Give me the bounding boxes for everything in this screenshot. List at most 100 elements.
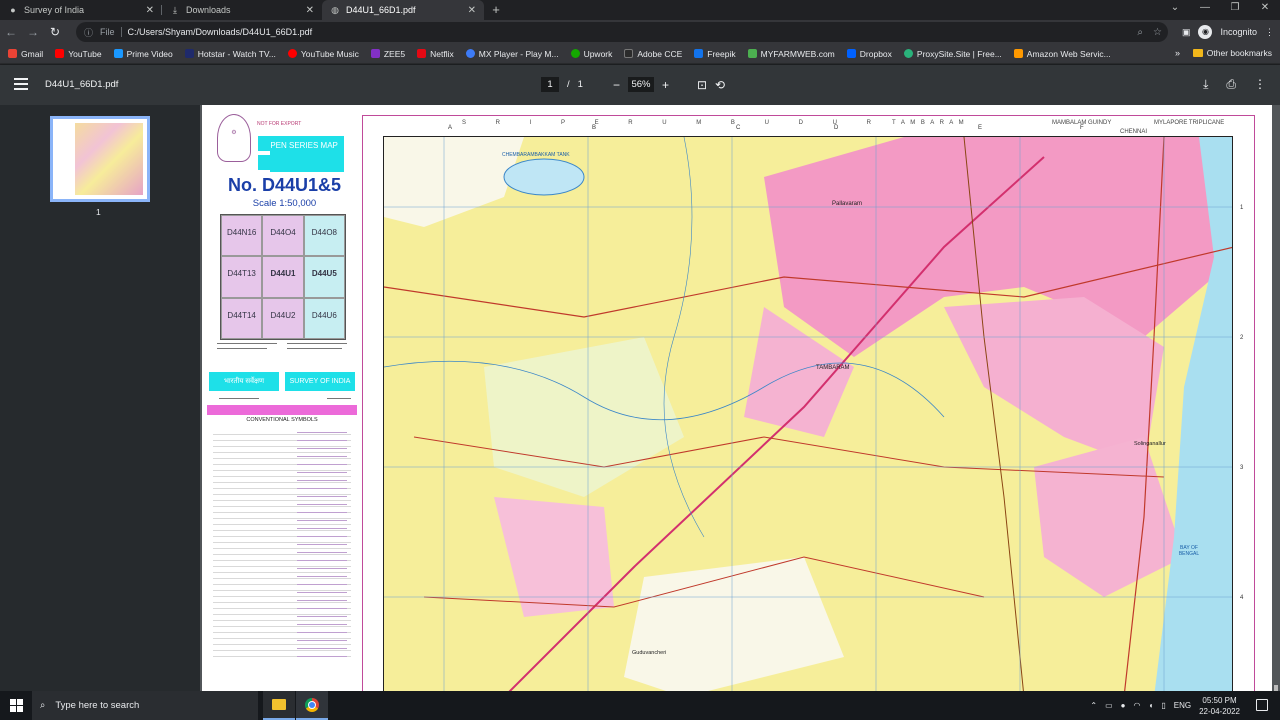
system-tray: ⌃ ▭ ● ◠ ◖ ▯ ENG 05:50 PM 22-04-2022 bbox=[1090, 691, 1240, 720]
new-tab-button[interactable]: + bbox=[484, 0, 508, 20]
page-number-input[interactable]: 1 bbox=[541, 77, 559, 92]
place-label-pallavaram: Pallavaram bbox=[832, 201, 863, 207]
download-icon[interactable]: ⤓ bbox=[1203, 77, 1208, 92]
map-graphic bbox=[384, 137, 1232, 691]
myfarmweb-icon bbox=[747, 49, 757, 58]
more-bookmarks-icon[interactable]: » bbox=[1175, 48, 1180, 58]
index-cell: D44T13 bbox=[221, 256, 263, 298]
url-scheme: File bbox=[100, 27, 115, 37]
zoom-icon[interactable]: ⌕ bbox=[1137, 27, 1143, 38]
reload-icon[interactable]: ↻ bbox=[44, 25, 66, 39]
adobe-icon bbox=[624, 49, 634, 58]
bookmark-netflix[interactable]: Netflix bbox=[417, 49, 454, 59]
more-options-icon[interactable]: ⋮ bbox=[1254, 77, 1266, 92]
clock[interactable]: 05:50 PM 22-04-2022 bbox=[1199, 695, 1240, 717]
rotate-icon[interactable]: ⟲ bbox=[715, 78, 725, 92]
tab-pdf[interactable]: ◍ D44U1_66D1.pdf ✕ bbox=[322, 0, 484, 20]
open-series-map-label: OPEN SERIES MAP bbox=[258, 136, 344, 172]
zoom-in-icon[interactable]: + bbox=[662, 78, 669, 92]
index-cell: D44O8 bbox=[303, 215, 345, 257]
dropbox-icon bbox=[846, 49, 856, 58]
place-label-guduvancheri: Guduvancheri bbox=[632, 650, 667, 656]
bookmark-dropbox[interactable]: Dropbox bbox=[846, 49, 892, 59]
grid-letter: C bbox=[736, 125, 741, 131]
page-controls: 1 / 1 − 56% + ⊡ ⟲ bbox=[541, 77, 725, 92]
side-panel-icon[interactable]: ▣ bbox=[1182, 27, 1191, 38]
volume-icon[interactable]: ◖ bbox=[1148, 701, 1153, 710]
notification-icon[interactable] bbox=[1256, 699, 1268, 711]
bookmark-myfarmweb[interactable]: MYFARMWEB.com bbox=[747, 49, 835, 59]
profile-label[interactable]: Incognito bbox=[1220, 27, 1257, 37]
folder-icon bbox=[1192, 49, 1203, 57]
pdf-page: ⚙ NOT FOR EXPORT OPEN SERIES MAP No. D44… bbox=[202, 105, 1278, 691]
page-thumbnail[interactable] bbox=[50, 116, 150, 202]
file-explorer-button[interactable] bbox=[263, 691, 295, 720]
tab-downloads[interactable]: ⤓ Downloads ✕ bbox=[162, 0, 322, 20]
restore-button[interactable]: ❐ bbox=[1220, 0, 1250, 20]
grid-letter: A bbox=[448, 125, 453, 131]
windows-taskbar: ⌕ Type here to search ⌃ ▭ ● ◠ ◖ ▯ ENG 05… bbox=[0, 691, 1280, 720]
index-cell-current: D44U1 bbox=[262, 256, 304, 298]
minimize-button[interactable]: — bbox=[1190, 0, 1220, 20]
zoom-input[interactable]: 56% bbox=[627, 77, 654, 92]
bookmark-label: Upwork bbox=[583, 48, 613, 59]
omnibox-actions: ⌕ ☆ bbox=[1137, 22, 1162, 42]
close-icon[interactable]: ✕ bbox=[306, 5, 314, 16]
close-window-button[interactable]: ✕ bbox=[1250, 0, 1280, 20]
bookmark-label: YouTube bbox=[68, 48, 102, 59]
tab-search-icon[interactable]: ⌄ bbox=[1160, 0, 1190, 20]
wifi-icon[interactable]: ◠ bbox=[1134, 701, 1141, 710]
menu-icon[interactable]: ⋮ bbox=[1265, 27, 1274, 38]
info-icon[interactable]: ⓘ bbox=[84, 26, 96, 39]
bookmark-youtube[interactable]: YouTube bbox=[55, 48, 102, 59]
language-indicator[interactable]: ENG bbox=[1174, 701, 1191, 710]
bookmark-proxysite[interactable]: ProxySite.Site | Free... bbox=[903, 48, 1002, 59]
chevron-up-icon[interactable]: ⌃ bbox=[1090, 701, 1097, 710]
menu-hamburger-icon[interactable] bbox=[14, 78, 28, 90]
chrome-taskbar-button[interactable] bbox=[296, 691, 328, 720]
back-icon[interactable]: ← bbox=[0, 25, 22, 39]
forward-icon[interactable]: → bbox=[22, 25, 44, 39]
open-series-color-blocks bbox=[258, 136, 270, 172]
bookmark-gmail[interactable]: Gmail bbox=[8, 49, 43, 59]
grid-letter: D bbox=[834, 125, 839, 131]
top-margin-names: S R I P E R U M B U D U R bbox=[462, 120, 885, 126]
bookmark-zee5[interactable]: ZEE5 bbox=[370, 49, 405, 59]
bookmark-freepik[interactable]: Freepik bbox=[694, 48, 736, 59]
bookmark-label: Prime Video bbox=[126, 48, 173, 59]
search-icon: ⌕ bbox=[40, 700, 46, 711]
other-bookmarks[interactable]: Other bookmarks bbox=[1192, 48, 1272, 58]
search-placeholder: Type here to search bbox=[55, 700, 140, 711]
close-icon[interactable]: ✕ bbox=[468, 5, 476, 16]
incognito-icon[interactable]: ◉ bbox=[1198, 25, 1213, 39]
close-icon[interactable]: ✕ bbox=[146, 5, 154, 16]
place-label-tank: CHEMBARAMBAKKAM TANK bbox=[502, 152, 570, 158]
bookmark-adobe-cce[interactable]: Adobe CCE bbox=[624, 49, 682, 59]
hotstar-icon bbox=[184, 49, 194, 58]
fit-page-icon[interactable]: ⊡ bbox=[697, 78, 707, 92]
bookmark-label: ProxySite.Site | Free... bbox=[916, 48, 1002, 59]
pdf-viewer[interactable]: ⚙ NOT FOR EXPORT OPEN SERIES MAP No. D44… bbox=[200, 105, 1280, 691]
bookmark-prime-video[interactable]: Prime Video bbox=[113, 48, 173, 59]
bookmark-label: Freepik bbox=[707, 48, 736, 59]
bookmark-aws[interactable]: Amazon Web Servic... bbox=[1013, 49, 1111, 59]
download-icon: ⤓ bbox=[173, 5, 177, 15]
tab-survey-of-india[interactable]: ● Survey of India ✕ bbox=[0, 0, 162, 20]
bookmark-star-icon[interactable]: ☆ bbox=[1153, 27, 1162, 38]
bookmark-youtube-music[interactable]: YouTube Music bbox=[287, 49, 359, 59]
taskbar-search[interactable]: ⌕ Type here to search bbox=[32, 691, 258, 720]
window-controls: ⌄ — ❐ ✕ bbox=[1160, 0, 1280, 20]
address-bar[interactable]: ⓘ File C:/Users/Shyam/Downloads/D44U1_66… bbox=[76, 22, 1168, 42]
zoom-out-icon[interactable]: − bbox=[613, 78, 620, 92]
camera-icon[interactable]: ▭ bbox=[1105, 701, 1113, 710]
start-button[interactable] bbox=[0, 691, 32, 720]
battery-icon[interactable]: ▯ bbox=[1161, 701, 1165, 710]
conventional-symbols-title: CONVENTIONAL SYMBOLS bbox=[246, 417, 318, 423]
bookmark-mx-player[interactable]: MX Player - Play M... bbox=[465, 49, 559, 59]
url-text[interactable]: C:/Users/Shyam/Downloads/D44U1_66D1.pdf bbox=[128, 27, 313, 37]
bookmark-hotstar[interactable]: Hotstar - Watch TV... bbox=[184, 49, 276, 59]
print-icon[interactable]: ⎙ bbox=[1226, 77, 1236, 92]
microphone-icon[interactable]: ● bbox=[1121, 701, 1126, 710]
vertical-scrollbar[interactable] bbox=[1272, 105, 1280, 691]
bookmark-upwork[interactable]: Upwork bbox=[570, 48, 613, 59]
